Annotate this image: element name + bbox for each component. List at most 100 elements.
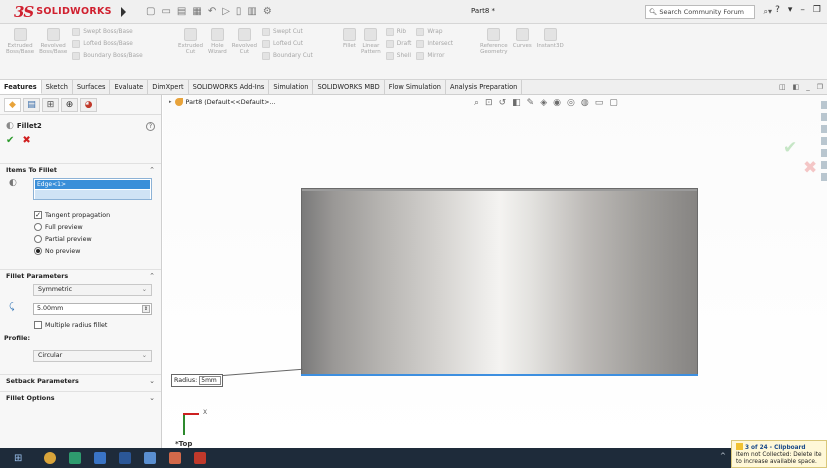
- extruded-cut-button[interactable]: Extruded Cut: [178, 28, 203, 60]
- rebuild-icon[interactable]: ▯: [236, 6, 242, 17]
- multiple-radius-option[interactable]: Multiple radius fillet: [0, 319, 107, 331]
- boundary-boss-button[interactable]: Boundary Boss/Base: [72, 52, 143, 60]
- spinner-icon[interactable]: ⇕: [142, 305, 150, 313]
- expand-triangle-icon[interactable]: ▸: [169, 99, 172, 105]
- multiple-radius-checkbox[interactable]: [34, 321, 42, 329]
- tab-simulation[interactable]: Simulation: [269, 80, 314, 94]
- partial-preview-radio[interactable]: [34, 235, 42, 243]
- help-icon[interactable]: ?: [146, 121, 155, 131]
- tile-icon[interactable]: ◫: [779, 83, 786, 91]
- previous-view-icon[interactable]: ↺: [499, 98, 507, 108]
- menu-expand-arrow-icon[interactable]: [120, 6, 126, 17]
- task-pane-tab[interactable]: [821, 173, 827, 181]
- boundary-cut-button[interactable]: Boundary Cut: [262, 52, 313, 60]
- minimize-icon[interactable]: –: [800, 5, 805, 15]
- rib-button[interactable]: Rib: [385, 28, 412, 36]
- mirror-button[interactable]: Mirror: [416, 52, 453, 60]
- file-explorer-icon[interactable]: [69, 452, 82, 464]
- options-gear-icon[interactable]: ⚙: [263, 6, 272, 17]
- open-icon[interactable]: ▭: [161, 6, 170, 17]
- fillet-method-select[interactable]: Symmetric ⌄: [33, 284, 152, 296]
- linear-pattern-button[interactable]: Linear Pattern: [361, 28, 381, 60]
- powerpoint-icon[interactable]: [169, 452, 182, 464]
- new-document-icon[interactable]: ▢: [146, 6, 155, 17]
- select-icon[interactable]: ▷: [222, 6, 230, 17]
- help-icon[interactable]: ?: [775, 5, 780, 15]
- full-preview-radio[interactable]: [34, 223, 42, 231]
- tangent-propagation-option[interactable]: ✓ Tangent propagation: [0, 209, 161, 221]
- restore-icon[interactable]: ❐: [813, 5, 821, 15]
- collapse-chevron-icon[interactable]: ⌃: [149, 272, 155, 280]
- task-pane-tab[interactable]: [821, 137, 827, 145]
- cylinder-part-model[interactable]: [301, 188, 698, 376]
- items-to-fillet-header[interactable]: Items To Fillet ⌃: [0, 163, 161, 175]
- shell-button[interactable]: Shell: [385, 52, 412, 60]
- doc-minimize-icon[interactable]: _: [806, 83, 810, 91]
- show-hidden-icons-icon[interactable]: ^: [720, 452, 726, 460]
- partial-preview-option[interactable]: Partial preview: [0, 233, 161, 245]
- fillet-button[interactable]: Fillet: [343, 28, 356, 60]
- expand-chevron-icon[interactable]: ⌄: [149, 394, 155, 402]
- property-manager-tab[interactable]: ▤: [23, 97, 40, 112]
- section-view-icon[interactable]: ◧: [512, 98, 521, 108]
- fillet-options-header[interactable]: Fillet Options ⌄: [0, 391, 161, 403]
- tab-surfaces[interactable]: Surfaces: [73, 80, 111, 94]
- solidworks-taskbar-icon[interactable]: [144, 452, 157, 464]
- app-icon[interactable]: [94, 452, 107, 464]
- full-preview-option[interactable]: Full preview: [0, 221, 161, 233]
- draft-button[interactable]: Draft: [385, 40, 411, 48]
- edge-selection-box[interactable]: Edge<1>: [33, 178, 152, 200]
- expand-chevron-icon[interactable]: ⌄: [149, 377, 155, 385]
- solidworks-red-icon[interactable]: [194, 452, 207, 464]
- chrome-icon[interactable]: [44, 452, 57, 464]
- swept-boss-button[interactable]: Swept Boss/Base: [72, 28, 142, 36]
- hole-wizard-button[interactable]: Hole Wizard: [208, 28, 227, 60]
- task-pane-tab[interactable]: [821, 125, 827, 133]
- doc-restore-icon[interactable]: ❐: [817, 83, 823, 91]
- selection-list-empty[interactable]: [35, 190, 150, 199]
- tab-sketch[interactable]: Sketch: [42, 80, 73, 94]
- windows-start-icon[interactable]: ⊞: [14, 453, 22, 464]
- save-icon[interactable]: ▤: [177, 6, 186, 17]
- no-preview-radio[interactable]: [34, 247, 42, 255]
- no-preview-option[interactable]: No preview: [0, 245, 161, 257]
- wrap-button[interactable]: Wrap: [416, 28, 453, 36]
- clipboard-notification[interactable]: 3 of 24 - Clipboard Item not Collected: …: [731, 440, 827, 468]
- ok-checkmark-icon[interactable]: ✔: [6, 135, 14, 146]
- revolved-cut-button[interactable]: Revolved Cut: [232, 28, 257, 60]
- tab-analysis-preparation[interactable]: Analysis Preparation: [446, 80, 523, 94]
- lofted-cut-button[interactable]: Lofted Cut: [262, 40, 313, 48]
- search-input[interactable]: 🔍︎ Search Community Forum ⌕▾: [645, 5, 772, 19]
- profile-select[interactable]: Circular ⌄: [33, 350, 152, 362]
- lofted-boss-button[interactable]: Lofted Boss/Base: [72, 40, 142, 48]
- hide-show-items-icon[interactable]: ◎: [567, 98, 575, 108]
- radius-callout-input[interactable]: 5mm: [199, 376, 222, 385]
- task-pane-tab[interactable]: [821, 101, 827, 109]
- undo-icon[interactable]: ↶: [208, 6, 216, 17]
- display-manager-tab[interactable]: ◕: [80, 97, 97, 112]
- file-properties-icon[interactable]: ▥: [247, 6, 256, 17]
- view-settings-icon[interactable]: ▢: [609, 98, 618, 108]
- revolved-boss-button[interactable]: Revolved Boss/Base: [39, 28, 67, 60]
- tab-evaluate[interactable]: Evaluate: [110, 80, 149, 94]
- print-icon[interactable]: ▦: [192, 6, 201, 17]
- graphics-area[interactable]: ▸ Part8 (Default<<Default>... ⌕ ⊡ ↺ ◧ ✎ …: [163, 95, 827, 448]
- task-pane-tab[interactable]: [821, 149, 827, 157]
- feature-tree-root[interactable]: ▸ Part8 (Default<<Default>...: [169, 98, 276, 106]
- feature-manager-tab[interactable]: ◆: [4, 97, 21, 112]
- reference-geometry-button[interactable]: Reference Geometry: [480, 28, 508, 56]
- tab-dimxpert[interactable]: DimXpert: [148, 80, 189, 94]
- extruded-boss-button[interactable]: Extruded Boss/Base: [6, 28, 34, 60]
- tab-solidworks-mbd[interactable]: SOLIDWORKS MBD: [313, 80, 385, 94]
- dynamic-annotation-icon[interactable]: ✎: [527, 98, 535, 108]
- zoom-area-icon[interactable]: ⊡: [485, 98, 493, 108]
- split-icon[interactable]: ◧: [793, 83, 800, 91]
- dimxpert-manager-tab[interactable]: ⊕: [61, 97, 78, 112]
- chevron-down-icon[interactable]: ▾: [788, 5, 793, 15]
- fillet-parameters-header[interactable]: Fillet Parameters ⌃: [0, 269, 161, 281]
- zoom-to-fit-icon[interactable]: ⌕: [474, 98, 479, 108]
- selected-edge-highlight[interactable]: [301, 374, 698, 376]
- radius-callout[interactable]: Radius: 5mm: [171, 374, 223, 387]
- tangent-propagation-checkbox[interactable]: ✓: [34, 211, 42, 219]
- configuration-manager-tab[interactable]: ⊞: [42, 97, 59, 112]
